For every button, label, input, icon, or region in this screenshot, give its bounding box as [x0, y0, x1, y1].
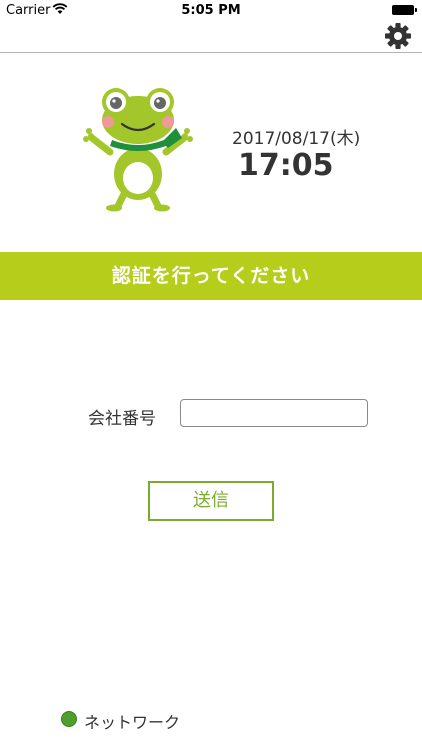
submit-button[interactable]: 送信 — [148, 481, 274, 521]
current-time: 17:05 — [238, 148, 334, 183]
status-bar: Carrier 5:05 PM — [0, 0, 422, 22]
network-label: ネットワーク — [84, 713, 181, 732]
company-number-label: 会社番号 — [88, 409, 156, 429]
navigation-bar — [0, 22, 422, 53]
frog-mascot — [83, 88, 193, 212]
battery-icon — [392, 5, 417, 15]
status-time: 5:05 PM — [181, 3, 241, 18]
auth-banner: 認証を行ってください — [0, 252, 422, 300]
gear-icon[interactable] — [384, 22, 412, 50]
network-status-indicator — [61, 711, 77, 727]
company-number-input[interactable] — [180, 399, 368, 427]
current-date: 2017/08/17(木) — [232, 129, 361, 149]
